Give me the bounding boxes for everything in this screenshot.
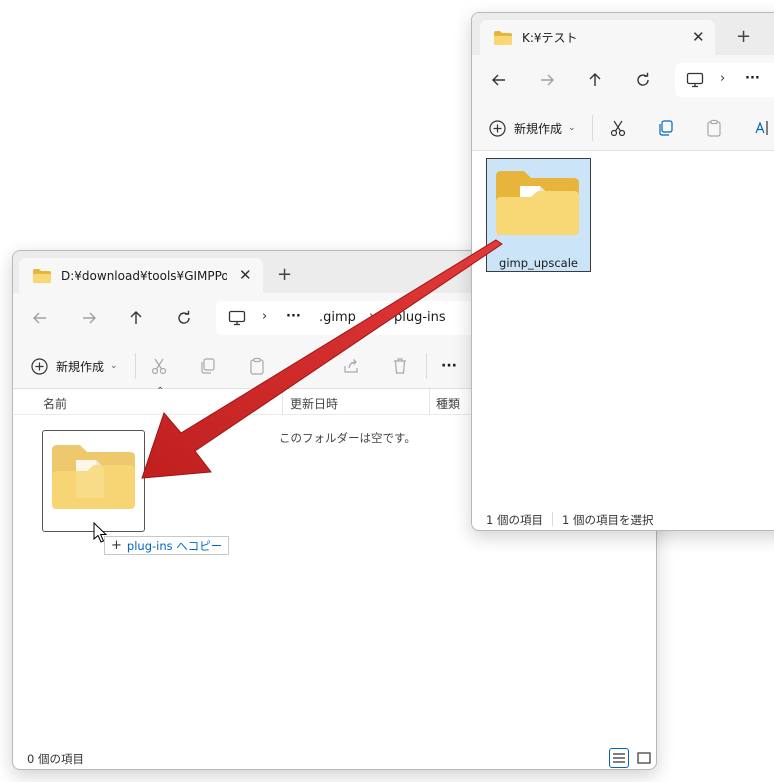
rename-button[interactable] <box>753 117 771 139</box>
paste-button[interactable] <box>248 355 266 377</box>
divider <box>135 353 136 379</box>
chevron-right-icon: › <box>262 309 268 324</box>
refresh-icon <box>178 310 190 324</box>
share-button[interactable] <box>343 355 361 377</box>
arrow-up-icon <box>130 311 142 324</box>
status-divider <box>552 512 553 526</box>
arrow-up-icon <box>589 73 601 86</box>
computer-icon <box>686 72 704 88</box>
breadcrumb-item-gimp[interactable]: .gimp <box>319 310 356 325</box>
navigation-bar: › ··· <box>472 55 774 105</box>
close-icon[interactable]: ✕ <box>692 28 705 46</box>
tab-title: K:¥テスト <box>522 31 578 45</box>
new-button[interactable]: 新規作成 ⌄ <box>489 117 576 139</box>
dragged-folder-item[interactable] <box>42 430 145 532</box>
address-bar[interactable]: › ··· .gimp › plug-ins <box>216 301 476 335</box>
column-header-date[interactable]: 更新日時 <box>290 395 338 412</box>
folder-icon <box>52 445 135 509</box>
cut-button[interactable] <box>150 355 168 377</box>
paste-button[interactable] <box>705 117 723 139</box>
new-button-label: 新規作成 <box>56 359 105 374</box>
close-icon[interactable]: ✕ <box>239 266 252 284</box>
rename-icon <box>299 359 312 373</box>
arrow-left-icon <box>492 74 505 86</box>
tab-title: D:¥download¥tools¥GIMPPortable <box>61 268 227 283</box>
folder-icon <box>494 30 512 45</box>
arrow-right-icon <box>541 74 554 86</box>
folder-name-label: gimp_upscale <box>499 256 578 270</box>
status-selected-count: 1 個の項目を選択 <box>562 513 654 527</box>
chevron-right-icon: › <box>369 309 375 324</box>
tab-destination[interactable]: D:¥download¥tools¥GIMPPortable ✕ <box>19 258 263 293</box>
plus-circle-icon <box>31 357 48 375</box>
plus-circle-icon <box>489 119 506 137</box>
drag-tooltip-text: plug-ins へコピー <box>126 538 223 553</box>
empty-folder-message: このフォルダーは空です。 <box>279 431 416 445</box>
more-options-button[interactable]: ··· <box>441 355 457 377</box>
delete-button[interactable] <box>391 355 409 377</box>
plus-icon: + <box>111 538 122 553</box>
folder-item-selected[interactable]: gimp_upscale <box>486 158 591 272</box>
back-button[interactable] <box>28 306 52 330</box>
up-button[interactable] <box>583 68 607 92</box>
breadcrumb-overflow-button[interactable]: ··· <box>745 71 760 86</box>
column-header-type[interactable]: 種類 <box>436 395 460 412</box>
up-button[interactable] <box>124 306 148 330</box>
trash-icon <box>394 358 406 374</box>
large-icons-view-button[interactable] <box>634 748 654 768</box>
column-header-name[interactable]: 名前 <box>43 395 67 412</box>
copy-icon <box>201 358 215 374</box>
arrow-left-icon <box>33 312 46 324</box>
rename-icon <box>755 121 768 135</box>
column-divider <box>282 389 283 415</box>
drag-copy-tooltip: + plug-ins へコピー <box>104 536 230 555</box>
explorer-window-source: K:¥テスト ✕ + › ··· 新規作成 ⌄ gimp_upscale 1 個… <box>471 12 774 531</box>
share-icon <box>344 359 358 373</box>
divider <box>426 353 427 379</box>
status-item-count: 1 個の項目 <box>486 513 543 527</box>
tab-source[interactable]: K:¥テスト ✕ <box>480 20 715 55</box>
rename-button[interactable] <box>297 355 315 377</box>
refresh-button[interactable] <box>631 68 655 92</box>
command-bar: 新規作成 ⌄ <box>472 105 774 151</box>
chevron-right-icon: › <box>720 71 726 86</box>
breadcrumb-item-plug-ins[interactable]: plug-ins <box>394 310 446 325</box>
clipboard-icon <box>707 119 721 137</box>
scissors-icon <box>151 358 167 375</box>
refresh-button[interactable] <box>172 306 196 330</box>
new-tab-button[interactable]: + <box>736 28 751 46</box>
copy-button[interactable] <box>199 355 217 377</box>
status-item-count: 0 個の項目 <box>27 752 84 766</box>
chevron-down-icon: ⌄ <box>568 123 576 133</box>
column-divider <box>429 389 430 415</box>
back-button[interactable] <box>487 68 511 92</box>
title-bar: K:¥テスト ✕ + <box>472 13 774 55</box>
list-view-icon <box>613 753 625 763</box>
forward-button[interactable] <box>77 306 101 330</box>
chevron-down-icon: ⌄ <box>110 361 118 371</box>
grid-view-icon <box>637 752 651 764</box>
arrow-right-icon <box>83 312 96 324</box>
cut-button[interactable] <box>609 117 627 139</box>
breadcrumb-overflow-button[interactable]: ··· <box>286 309 301 324</box>
folder-icon <box>33 268 51 283</box>
computer-icon <box>228 310 246 326</box>
address-bar[interactable]: › ··· <box>675 63 774 97</box>
refresh-icon <box>637 72 649 86</box>
folder-icon <box>496 171 579 235</box>
scissors-icon <box>610 120 626 137</box>
clipboard-icon <box>250 357 264 375</box>
details-view-button[interactable] <box>609 748 629 768</box>
new-button[interactable]: 新規作成 ⌄ <box>31 355 118 377</box>
forward-button[interactable] <box>535 68 559 92</box>
sort-ascending-icon: ⌃ <box>156 386 165 397</box>
new-tab-button[interactable]: + <box>277 266 292 284</box>
copy-button[interactable] <box>657 117 675 139</box>
divider <box>592 115 593 141</box>
copy-icon <box>659 120 673 136</box>
new-button-label: 新規作成 <box>514 121 563 136</box>
